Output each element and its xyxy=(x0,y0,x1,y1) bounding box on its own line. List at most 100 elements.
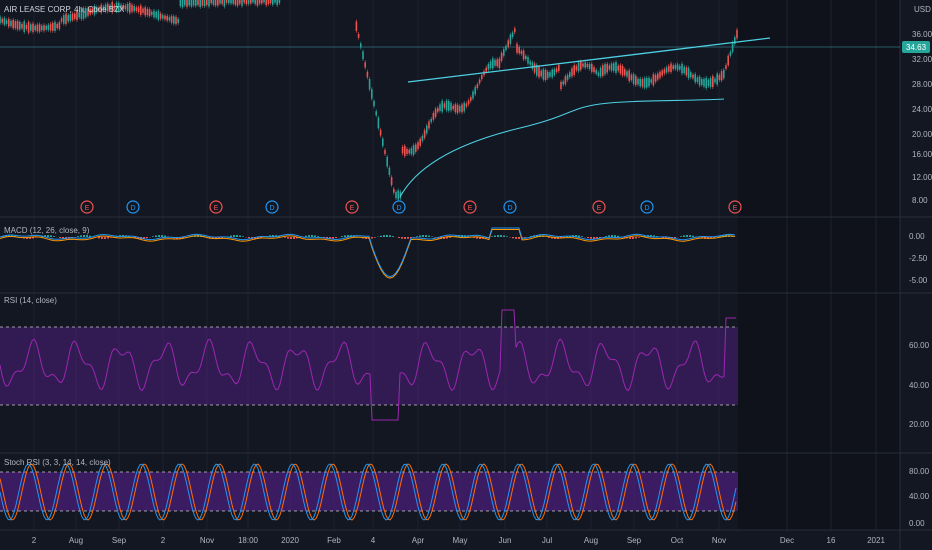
candle xyxy=(615,62,617,73)
candle xyxy=(560,81,562,90)
time-axis-label: Aug xyxy=(584,536,598,545)
candle xyxy=(30,24,32,31)
candle xyxy=(404,145,406,156)
candle xyxy=(575,66,578,71)
time-axis-label: Nov xyxy=(712,536,726,545)
macd-label[interactable]: MACD (12, 26, close, 9) xyxy=(4,226,90,235)
candle xyxy=(714,78,716,83)
macd-histogram-bar xyxy=(290,237,292,239)
macd-histogram-bar xyxy=(617,235,619,237)
candle xyxy=(452,105,454,110)
candle xyxy=(223,0,226,7)
candle xyxy=(639,78,641,87)
candle xyxy=(173,16,175,24)
candle xyxy=(553,69,556,75)
price-axis-label: 16.00 xyxy=(912,150,932,159)
candle xyxy=(267,0,270,4)
macd-histogram-bar xyxy=(248,237,250,239)
candle xyxy=(426,125,428,134)
candle xyxy=(256,0,259,6)
macd-histogram-bar xyxy=(98,237,100,239)
time-axis-label: 2021 xyxy=(867,536,885,545)
macd-histogram-bar xyxy=(683,235,685,237)
candle xyxy=(723,69,725,79)
symbol-title[interactable]: AIR LEASE CORP, 4h, Cboe BZX xyxy=(4,5,125,14)
macd-histogram-bar xyxy=(239,235,241,237)
candle xyxy=(498,58,501,68)
candle xyxy=(144,7,146,16)
candle xyxy=(617,65,619,71)
macd-histogram-bar xyxy=(632,237,634,239)
candle xyxy=(364,62,366,68)
candle xyxy=(14,21,17,29)
candle xyxy=(379,129,382,136)
candle xyxy=(562,81,564,85)
macd-histogram-bar xyxy=(404,237,406,239)
candle xyxy=(217,0,219,6)
candle xyxy=(428,121,430,129)
candle xyxy=(0,16,1,24)
candle xyxy=(716,73,718,85)
candle xyxy=(38,24,41,32)
macd-histogram-bar xyxy=(491,236,493,237)
candle xyxy=(375,111,377,116)
macd-histogram-bar xyxy=(293,237,295,239)
macd-histogram-bar xyxy=(53,236,55,237)
macd-histogram-bar xyxy=(449,237,451,238)
candle xyxy=(527,56,529,64)
time-axis-label: 2020 xyxy=(281,536,299,545)
candle xyxy=(584,62,586,68)
candle xyxy=(234,0,237,5)
price-axis-label: 32.00 xyxy=(912,55,932,64)
candle xyxy=(148,9,151,17)
macd-histogram-bar xyxy=(407,237,409,239)
candle xyxy=(705,77,707,89)
candle xyxy=(580,61,582,70)
candle xyxy=(652,74,655,86)
candle xyxy=(8,18,10,27)
macd-histogram-bar xyxy=(389,235,391,237)
candle xyxy=(225,0,228,3)
candle xyxy=(32,23,34,32)
candle xyxy=(610,63,613,71)
candle xyxy=(597,72,600,76)
candle xyxy=(635,75,637,85)
price-axis-label: 12.00 xyxy=(912,173,932,182)
candle xyxy=(481,74,483,80)
rsi-label[interactable]: RSI (14, close) xyxy=(4,296,57,305)
candle xyxy=(34,25,36,31)
macd-histogram-bar xyxy=(83,235,85,237)
candle xyxy=(533,63,536,73)
candle xyxy=(676,64,679,70)
macd-histogram-bar xyxy=(383,235,385,237)
candle xyxy=(685,67,688,76)
chart-canvas[interactable]: E D E D E D E D E D E AIR LEASE CORP, 4h, Cboe BZX… xyxy=(0,0,932,550)
stoch-axis-label: 0.00 xyxy=(909,519,925,528)
candle xyxy=(588,64,591,69)
macd-histogram-bar xyxy=(386,235,388,237)
candle xyxy=(221,0,223,4)
candle xyxy=(650,79,652,83)
candle xyxy=(357,33,360,38)
candle xyxy=(210,0,212,4)
macd-histogram-bar xyxy=(242,236,244,237)
macd-histogram-bar xyxy=(494,235,496,237)
candle xyxy=(390,177,393,185)
candle xyxy=(219,0,221,4)
stoch-label[interactable]: Stoch RSI (3, 3, 14, 14, close) xyxy=(4,458,111,467)
candle xyxy=(5,20,8,24)
candle xyxy=(516,43,518,53)
macd-histogram-bar xyxy=(161,235,163,237)
candle xyxy=(137,7,140,13)
candle xyxy=(489,61,492,69)
candle xyxy=(377,117,380,129)
candle xyxy=(239,0,241,4)
candle xyxy=(423,130,426,138)
candle xyxy=(177,19,179,23)
macd-histogram-bar xyxy=(335,237,337,239)
candle xyxy=(382,138,384,147)
candle xyxy=(162,15,164,19)
macd-axis-label: -5.00 xyxy=(909,276,928,285)
candle xyxy=(445,100,448,111)
candle xyxy=(58,22,61,29)
